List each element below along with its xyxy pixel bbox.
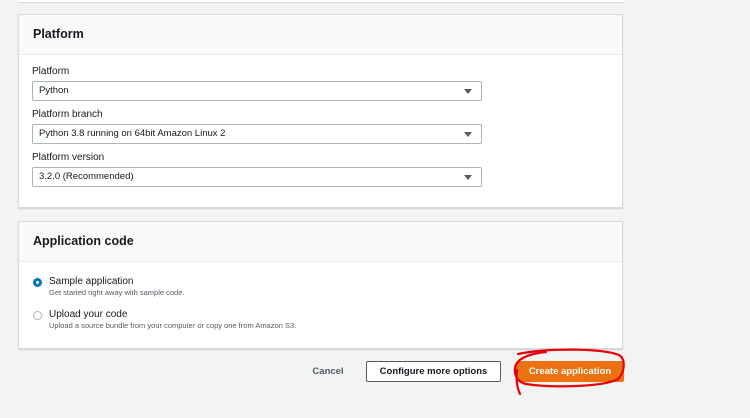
configure-more-options-button[interactable]: Configure more options (366, 361, 501, 382)
platform-branch-select-value: Python 3.8 running on 64bit Amazon Linux… (39, 128, 226, 139)
caret-down-icon (464, 175, 472, 180)
platform-branch-field: Platform branch Python 3.8 running on 64… (32, 108, 482, 144)
application-code-panel-title: Application code (19, 222, 622, 262)
platform-panel-title: Platform (19, 15, 622, 55)
previous-panel-edge (18, 0, 625, 3)
platform-select-value: Python (39, 85, 69, 96)
platform-label: Platform (32, 66, 70, 77)
platform-version-select-value: 3.2.0 (Recommended) (39, 171, 134, 182)
create-application-button[interactable]: Create application (516, 361, 624, 382)
caret-down-icon (464, 132, 472, 137)
platform-select[interactable]: Python (32, 81, 482, 101)
radio-sample-application-description: Get started right away with sample code. (49, 288, 185, 297)
radio-upload-your-code-description: Upload a source bundle from your compute… (49, 321, 297, 330)
platform-branch-label: Platform branch (32, 109, 103, 120)
platform-field: Platform Python (32, 65, 482, 101)
platform-branch-select[interactable]: Python 3.8 running on 64bit Amazon Linux… (32, 124, 482, 144)
platform-version-select[interactable]: 3.2.0 (Recommended) (32, 167, 482, 187)
radio-checked-icon[interactable] (33, 278, 42, 287)
application-code-panel: Application code Sample application Get … (18, 221, 623, 349)
radio-upload-your-code-label: Upload your code (49, 309, 128, 320)
platform-panel: Platform Platform Python Platform branch… (18, 14, 623, 208)
platform-version-label: Platform version (32, 152, 105, 163)
cancel-button[interactable]: Cancel (300, 362, 356, 382)
radio-sample-application-label: Sample application (49, 276, 134, 287)
radio-upload-your-code[interactable]: Upload your code Upload a source bundle … (33, 309, 296, 331)
platform-version-field: Platform version 3.2.0 (Recommended) (32, 151, 482, 187)
caret-down-icon (464, 89, 472, 94)
radio-sample-application[interactable]: Sample application Get started right awa… (33, 276, 184, 298)
radio-unchecked-icon[interactable] (33, 311, 42, 320)
